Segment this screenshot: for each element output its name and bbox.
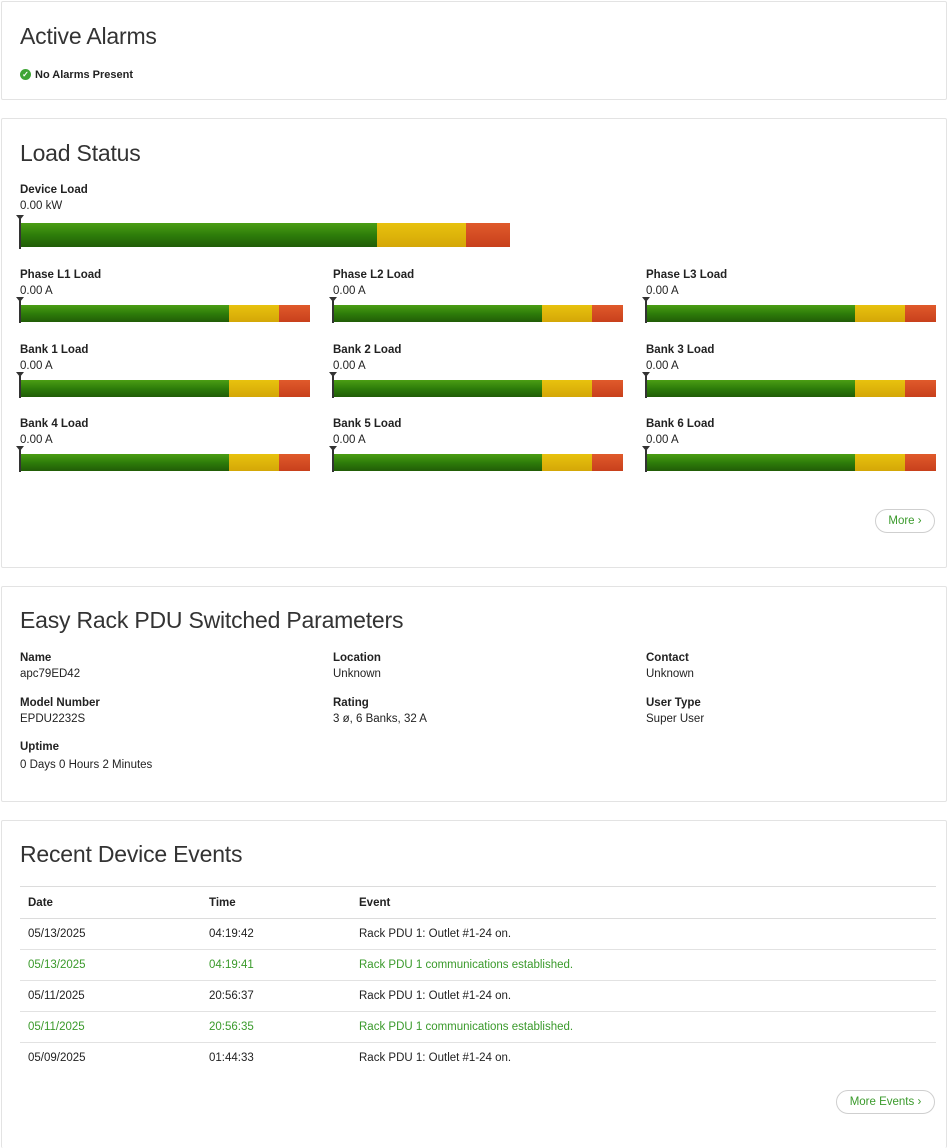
device-load-marker bbox=[16, 215, 24, 249]
event-column-header[interactable]: Event bbox=[351, 886, 936, 919]
event-time-cell: 04:19:41 bbox=[201, 949, 351, 981]
phase-l3-load-marker bbox=[642, 297, 650, 323]
bank-3-load-label: Bank 3 Load bbox=[646, 344, 715, 356]
bank-2-load-value: 0.00 A bbox=[333, 360, 366, 372]
active-alarms-title: Active Alarms bbox=[20, 23, 157, 49]
event-row: 05/13/2025 04:19:41 Rack PDU 1 communicati… bbox=[20, 949, 936, 981]
phase-l1-load-label: Phase L1 Load bbox=[20, 269, 102, 281]
bank-1-load-marker bbox=[16, 372, 24, 398]
event-date-cell: 05/09/2025 bbox=[28, 1052, 86, 1064]
user-type-value: Super User bbox=[646, 713, 705, 725]
bank-2-load-label: Bank 2 Load bbox=[333, 344, 402, 356]
parameters-panel: Easy Rack PDU Switched Parameters Name a… bbox=[1, 586, 947, 802]
bank-2-load-marker bbox=[329, 372, 337, 398]
active-alarms-panel: Active Alarms ✓ No Alarms Present bbox=[1, 1, 947, 100]
recent-events-panel: Recent Device Events Date Time Event 05/… bbox=[1, 820, 947, 1148]
alarm-status-text: No Alarms Present bbox=[35, 69, 134, 81]
phase-l1-load-value: 0.00 A bbox=[20, 285, 53, 297]
phase-l2-load-marker bbox=[329, 297, 337, 323]
events-header-row: Date Time Event bbox=[20, 886, 936, 919]
parameters-title: Easy Rack PDU Switched Parameters bbox=[20, 607, 404, 633]
user-type-label: User Type bbox=[646, 697, 701, 709]
check-circle-icon: ✓ bbox=[20, 69, 31, 80]
event-time-cell: 01:44:33 bbox=[209, 1052, 254, 1064]
rating-value: 3 ø, 6 Banks, 32 A bbox=[333, 713, 427, 725]
event-time-cell: 20:56:35 bbox=[201, 1011, 351, 1043]
contact-value: Unknown bbox=[646, 668, 694, 680]
phase-l2-load-bar bbox=[333, 305, 623, 322]
event-row: 05/13/2025 04:19:42 Rack PDU 1: Outlet #1-… bbox=[20, 918, 936, 950]
phase-l2-load-value: 0.00 A bbox=[333, 285, 366, 297]
time-column-header[interactable]: Time bbox=[201, 886, 351, 919]
name-label: Name bbox=[20, 652, 52, 664]
bank-6-load-value: 0.00 A bbox=[646, 434, 679, 446]
event-date-cell: 05/11/2025 bbox=[20, 1011, 201, 1043]
phase-l3-load-value: 0.00 A bbox=[646, 285, 679, 297]
event-time-cell: 04:19:42 bbox=[201, 918, 351, 950]
phase-l2-load-label: Phase L2 Load bbox=[333, 269, 415, 281]
phase-l3-load-label: Phase L3 Load bbox=[646, 269, 728, 281]
event-event-cell: Rack PDU 1: Outlet #1-24 on. bbox=[351, 918, 936, 950]
load-status-panel: Load Status Device Load 0.00 kW More › P… bbox=[1, 118, 947, 568]
events-table: Date Time Event 05/13/2025 04:19:42 Rack P… bbox=[20, 886, 936, 1073]
bank-1-load-label: Bank 1 Load bbox=[20, 344, 89, 356]
load-more-button[interactable]: More › bbox=[875, 509, 935, 533]
date-column-header[interactable]: Date bbox=[20, 886, 201, 919]
model-number-label: Model Number bbox=[20, 697, 100, 709]
event-event-cell: Rack PDU 1 communications established. bbox=[351, 1011, 936, 1043]
event-time-cell: 20:56:37 bbox=[201, 980, 351, 1012]
recent-events-title: Recent Device Events bbox=[20, 841, 243, 867]
bank-5-load-bar bbox=[333, 454, 623, 471]
bank-4-load-bar bbox=[20, 454, 310, 471]
event-date-cell: 05/13/2025 bbox=[20, 918, 201, 950]
bank-6-load-marker bbox=[642, 446, 650, 472]
phase-l1-load-marker bbox=[16, 297, 24, 323]
bank-1-load-value: 0.00 A bbox=[20, 360, 53, 372]
bank-5-load-marker bbox=[329, 446, 337, 472]
event-event-cell: Rack PDU 1: Outlet #1-24 on. bbox=[359, 1052, 512, 1064]
load-status-title: Load Status bbox=[20, 140, 141, 166]
location-value: Unknown bbox=[333, 668, 381, 680]
rating-label: Rating bbox=[333, 697, 369, 709]
bank-4-load-value: 0.00 A bbox=[20, 434, 53, 446]
uptime-value: 0 Days 0 Hours 2 Minutes bbox=[20, 759, 153, 771]
uptime-label: Uptime bbox=[20, 741, 59, 753]
phase-l3-load-bar bbox=[646, 305, 936, 322]
location-label: Location bbox=[333, 652, 381, 664]
event-event-cell: Rack PDU 1 communications established. bbox=[351, 949, 936, 981]
model-number-value: EPDU2232S bbox=[20, 713, 86, 725]
bank-6-load-bar bbox=[646, 454, 936, 471]
bank-1-load-bar bbox=[20, 380, 310, 397]
bank-6-load-label: Bank 6 Load bbox=[646, 418, 715, 430]
event-date-cell: 05/11/2025 bbox=[20, 980, 201, 1012]
event-event-cell: Rack PDU 1: Outlet #1-24 on. bbox=[351, 980, 936, 1012]
event-row: 05/11/2025 20:56:35 Rack PDU 1 communicati… bbox=[20, 1011, 936, 1043]
event-row: 05/09/2025 01:44:33 Rack PDU 1: Outlet #1-… bbox=[20, 1043, 936, 1074]
more-events-button[interactable]: More Events › bbox=[836, 1090, 935, 1114]
bank-4-load-marker bbox=[16, 446, 24, 472]
device-load-value: 0.00 kW bbox=[20, 200, 63, 212]
device-load-label: Device Load bbox=[20, 184, 88, 196]
name-value: apc79ED42 bbox=[20, 668, 81, 680]
contact-label: Contact bbox=[646, 652, 689, 664]
event-date-cell: 05/13/2025 bbox=[20, 949, 201, 981]
bank-3-load-marker bbox=[642, 372, 650, 398]
bank-3-load-bar bbox=[646, 380, 936, 397]
bank-4-load-label: Bank 4 Load bbox=[20, 418, 89, 430]
bank-2-load-bar bbox=[333, 380, 623, 397]
event-row: 05/11/2025 20:56:37 Rack PDU 1: Outlet #1-… bbox=[20, 980, 936, 1012]
bank-5-load-value: 0.00 A bbox=[333, 434, 366, 446]
phase-l1-load-bar bbox=[20, 305, 310, 322]
device-load-bar bbox=[20, 223, 510, 247]
bank-3-load-value: 0.00 A bbox=[646, 360, 679, 372]
bank-5-load-label: Bank 5 Load bbox=[333, 418, 402, 430]
